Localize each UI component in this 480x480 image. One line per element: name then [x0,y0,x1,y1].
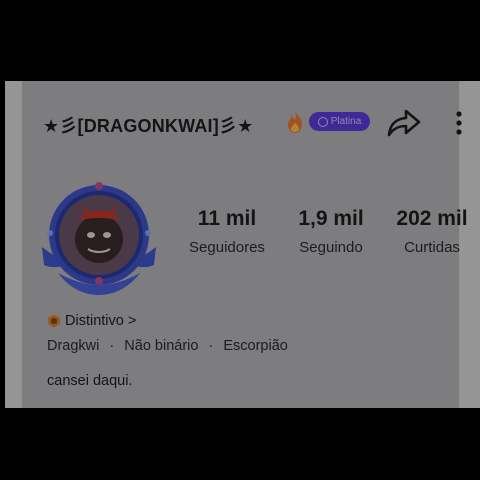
profile-info-line: Dragkwi · Não binário · Escorpião [47,338,288,354]
profile-username: ★彡[DRAGONKWAI]彡★ [43,116,254,136]
app-screen: ★彡[DRAGONKWAI]彡★ Platina 11 mil Seguidor… [5,81,480,408]
chevron-right-icon: > [127,313,137,329]
tier-badge[interactable]: Platina [309,112,370,131]
following-count: 1,9 mil [298,207,364,230]
likes-count: 202 mil [396,207,468,230]
following-stat[interactable]: 1,9 mil Seguindo [286,207,376,256]
tier-badge-icon [317,116,328,127]
share-icon[interactable] [387,108,421,138]
info-separator: · [208,338,214,354]
followers-count: 11 mil [197,207,257,230]
avatar[interactable] [38,177,160,297]
zodiac-label: Escorpião [223,338,288,354]
hexagon-badge-icon [48,314,60,328]
gender-label: Não binário [124,338,199,354]
likes-label: Curtidas [404,239,460,256]
distinctive-link[interactable]: Distintivo > [47,313,136,329]
distinctive-label: Distintivo [65,313,124,329]
video-frame: ★彡[DRAGONKWAI]彡★ Platina 11 mil Seguidor… [0,0,480,480]
more-vertical-icon[interactable] [452,108,466,138]
info-separator: · [109,338,115,354]
followers-stat[interactable]: 11 mil Seguidores [182,207,272,256]
following-label: Seguindo [299,239,363,256]
followers-label: Seguidores [189,239,265,256]
tier-badge-label: Platina [330,116,362,127]
profile-bio: cansei daqui. [47,373,133,389]
likes-stat[interactable]: 202 mil Curtidas [386,207,478,256]
profile-header: ★彡[DRAGONKWAI]彡★ Platina 11 mil Seguidor… [22,81,468,408]
fire-icon [288,111,302,133]
display-name: Dragkwi [47,338,100,354]
